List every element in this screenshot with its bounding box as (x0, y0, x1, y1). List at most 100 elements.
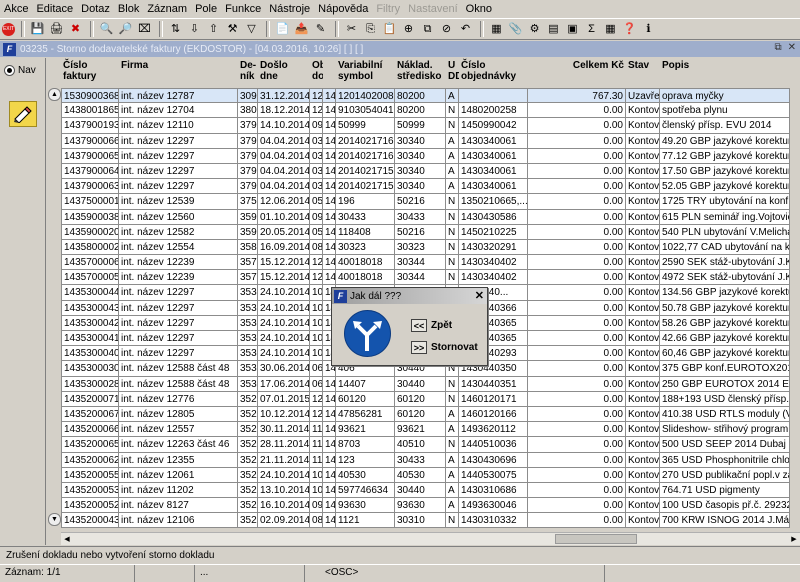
cell-celkem[interactable]: 0.00 (528, 118, 626, 134)
table-row[interactable]: 1435700005 int. název 12239 357 15.12.2014 1… (61, 270, 800, 286)
cell-objednavka[interactable]: 1430340061 (459, 148, 528, 164)
table-row[interactable]: 1438001865 int. název 12704 380 18.12.2014 1… (61, 103, 800, 119)
horizontal-scrollbar[interactable]: ◀ ▶ (61, 532, 800, 545)
cell-firma[interactable]: int. název 12297 (119, 300, 238, 316)
cell-obdobi[interactable]: 11 (310, 452, 323, 468)
cell-doslo[interactable]: 28.11.2014 (258, 437, 310, 453)
cell-vs[interactable]: 40530 (336, 467, 395, 483)
cell-stav[interactable]: Kontová (626, 224, 660, 240)
cell-objednavka[interactable]: 1430310686 (459, 482, 528, 499)
cell-celkem[interactable]: 0.00 (528, 482, 626, 499)
cell-objednavka[interactable]: 1430430696 (459, 452, 528, 468)
cell-vs[interactable]: 2014021715 (336, 163, 395, 180)
cell-obdobi[interactable]: 06 (310, 376, 323, 392)
cell-cislo[interactable]: 1435200055 (61, 467, 119, 483)
cell-stav[interactable]: Kontová (626, 361, 660, 377)
cell-popis[interactable]: 60,46 GBP jazykové korektury (660, 346, 790, 362)
table-row[interactable]: 1435200062 int. název 12355 352 21.11.2014 1… (61, 452, 800, 468)
exit-icon[interactable]: EXIT (2, 22, 15, 36)
cell-popis[interactable]: 42.66 GBP jazykové korektury (660, 331, 790, 347)
cell-vs[interactable]: 47856281 (336, 406, 395, 423)
cell-firma[interactable]: int. název 12106 (119, 513, 238, 529)
cell-obdobi[interactable]: 10 (310, 346, 323, 362)
cell-vs[interactable]: 2014021715 (336, 179, 395, 195)
cell-u[interactable]: N (446, 391, 459, 407)
cell-cislo[interactable]: 1435700006 (61, 255, 119, 271)
cell-firma[interactable]: int. název 12297 (119, 346, 238, 362)
cell-firma[interactable]: int. název 11202 (119, 482, 238, 499)
cell-stav[interactable]: Kontová (626, 376, 660, 392)
cell-celkem[interactable]: 0.00 (528, 452, 626, 468)
report-icon[interactable]: 📄 (274, 21, 291, 38)
cell-denik[interactable]: 379 (238, 179, 258, 195)
cell-celkem[interactable]: 0.00 (528, 194, 626, 210)
cell-cislo[interactable]: 1435800002 (61, 239, 119, 256)
table-row[interactable]: 1435900038 int. název 12560 359 01.10.2014 0… (61, 209, 800, 225)
cell-stav[interactable]: Kontová (626, 452, 660, 468)
cell-objednavka[interactable]: 1450210225 (459, 224, 528, 240)
cell-rok[interactable]: 14 (323, 148, 336, 164)
cell-doslo[interactable]: 04.04.2014 (258, 179, 310, 195)
cell-stav[interactable]: Kontová (626, 148, 660, 164)
restore-window-icon[interactable]: ⧉ (774, 42, 781, 53)
cell-u[interactable]: A (446, 148, 459, 164)
menu-item[interactable]: Nastavení (404, 0, 462, 18)
cell-rok[interactable]: 14 (323, 422, 336, 438)
cell-obdobi[interactable]: 03 (310, 148, 323, 164)
table-row[interactable]: 1437500001 int. název 12539 375 12.06.2014 0… (61, 194, 800, 210)
cell-celkem[interactable]: 0.00 (528, 376, 626, 392)
cell-cislo[interactable]: 1435900020 (61, 224, 119, 240)
cell-popis[interactable]: 58.26 GBP jazykové korektury (660, 315, 790, 331)
cell-stav[interactable]: Kontová (626, 422, 660, 438)
execute-query-icon[interactable]: 🔎 (117, 21, 134, 38)
column-header-objednavka[interactable]: Číslo objednávky (459, 58, 528, 88)
cell-stredisko[interactable]: 50999 (395, 118, 446, 134)
next-record-icon[interactable]: ⇩ (186, 21, 203, 38)
cancel-key[interactable]: >> (411, 341, 427, 354)
cell-doslo[interactable]: 16.10.2014 (258, 498, 310, 514)
cell-rok[interactable]: 14 (323, 452, 336, 468)
cell-celkem[interactable]: 0.00 (528, 179, 626, 195)
cell-firma[interactable]: int. název 12110 (119, 118, 238, 134)
calendar-icon[interactable]: ▦ (488, 21, 505, 38)
cell-denik[interactable]: 352 (238, 406, 258, 423)
cell-denik[interactable]: 352 (238, 513, 258, 529)
table-row[interactable]: 1435200043 int. název 12106 352 02.09.2014 0… (61, 513, 800, 529)
cell-stredisko[interactable]: 30433 (395, 209, 446, 225)
cell-cislo[interactable]: 1435200066 (61, 422, 119, 438)
cell-obdobi[interactable]: 10 (310, 482, 323, 499)
cell-vs[interactable]: 30323 (336, 239, 395, 256)
cell-objednavka[interactable]: 1430340061 (459, 179, 528, 195)
cell-celkem[interactable]: 0.00 (528, 513, 626, 529)
cell-vs[interactable]: 123 (336, 452, 395, 468)
cell-obdobi[interactable]: 09 (310, 498, 323, 514)
cell-u[interactable]: N (446, 239, 459, 256)
cell-denik[interactable]: 353 (238, 315, 258, 331)
table-row[interactable]: 1437900064 int. název 12297 379 04.04.2014 0… (61, 163, 800, 180)
cell-rok[interactable]: 14 (323, 224, 336, 240)
cell-denik[interactable]: 379 (238, 148, 258, 164)
cell-celkem[interactable]: 0.00 (528, 239, 626, 256)
cell-obdobi[interactable]: 12 (310, 406, 323, 423)
cell-doslo[interactable]: 04.04.2014 (258, 148, 310, 164)
cell-vs[interactable]: 2014021716 (336, 148, 395, 164)
cell-doslo[interactable]: 04.04.2014 (258, 163, 310, 180)
cell-u[interactable]: N (446, 270, 459, 286)
column-header-obdobi[interactable]: Ob- dobí (310, 58, 323, 88)
cell-rok[interactable]: 14 (323, 406, 336, 423)
cell-denik[interactable]: 352 (238, 467, 258, 483)
cell-vs[interactable]: 50999 (336, 118, 395, 134)
cell-celkem[interactable]: 0.00 (528, 285, 626, 301)
cell-cislo[interactable]: 1435700005 (61, 270, 119, 286)
cell-u[interactable]: A (446, 133, 459, 149)
settings-icon[interactable]: ⚙ (526, 21, 543, 38)
cell-obdobi[interactable]: 10 (310, 467, 323, 483)
menu-item[interactable]: Filtry (372, 0, 404, 18)
table-row[interactable]: 1437900063 int. název 12297 379 04.04.2014 0… (61, 179, 800, 195)
cell-popis[interactable]: 17.50 GBP jazykové korektury (660, 163, 790, 180)
cell-stav[interactable]: Kontová (626, 346, 660, 362)
cell-popis[interactable]: 410.38 USD RTLS moduly (VÝV (660, 406, 790, 423)
cell-firma[interactable]: int. název 12297 (119, 331, 238, 347)
cell-stredisko[interactable]: 80200 (395, 88, 446, 104)
cell-u[interactable]: N (446, 209, 459, 225)
